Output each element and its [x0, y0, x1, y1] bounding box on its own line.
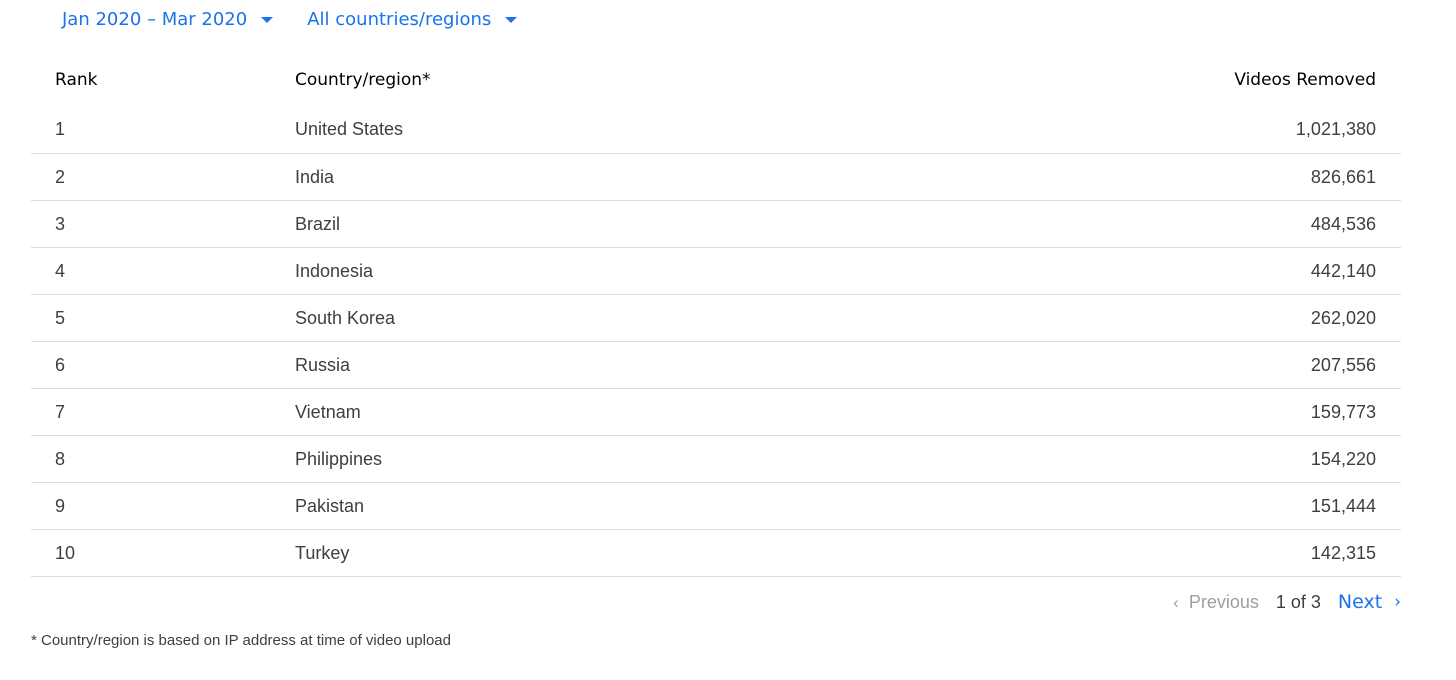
rank-cell: 2: [55, 166, 66, 187]
rank-cell: 1: [55, 118, 66, 139]
country-cell: South Korea: [295, 307, 396, 328]
videos-removed-cell: 159,773: [1310, 401, 1376, 422]
date-range-label: Jan 2020 – Mar 2020: [62, 8, 248, 30]
pagination: ‹ Previous 1 of 3 Next ›: [1173, 589, 1401, 615]
videos-removed-table: Rank Country/region* Videos Removed 1 Un…: [31, 55, 1401, 577]
videos-removed-cell: 1,021,380: [1295, 118, 1376, 139]
filter-bar: Jan 2020 – Mar 2020 All countries/region…: [62, 6, 518, 32]
next-button[interactable]: Next ›: [1338, 591, 1401, 613]
country-cell: Russia: [295, 354, 351, 375]
caret-down-icon: [505, 17, 518, 23]
caret-down-icon: [261, 17, 274, 23]
rank-cell: 9: [55, 495, 66, 516]
date-range-dropdown[interactable]: Jan 2020 – Mar 2020: [62, 8, 274, 30]
chevron-left-icon: ‹: [1173, 592, 1179, 612]
page-status: 1 of 3: [1275, 591, 1321, 612]
videos-removed-cell: 142,315: [1310, 542, 1376, 563]
videos-removed-cell: 442,140: [1310, 260, 1376, 281]
table-row: 5 South Korea 262,020: [31, 295, 1401, 342]
videos-removed-cell: 262,020: [1310, 307, 1376, 328]
table-row: 7 Vietnam 159,773: [31, 389, 1401, 436]
rank-cell: 7: [55, 401, 66, 422]
table-row: 6 Russia 207,556: [31, 342, 1401, 389]
table-row: 3 Brazil 484,536: [31, 201, 1401, 248]
country-cell: United States: [295, 118, 404, 139]
rank-cell: 4: [55, 260, 66, 281]
table-row: 10 Turkey 142,315: [31, 530, 1401, 577]
next-label: Next: [1337, 591, 1383, 613]
videos-removed-cell: 484,536: [1310, 213, 1376, 234]
country-cell: Vietnam: [295, 401, 361, 422]
country-cell: Indonesia: [295, 260, 374, 281]
rank-cell: 3: [55, 213, 66, 234]
videos-removed-cell: 154,220: [1310, 448, 1376, 469]
videos-removed-cell: 207,556: [1310, 354, 1376, 375]
header-videos-removed: Videos Removed: [1234, 70, 1376, 90]
header-country: Country/region*: [295, 70, 431, 90]
table-row: 9 Pakistan 151,444: [31, 483, 1401, 530]
rank-cell: 8: [55, 448, 66, 469]
previous-label: Previous: [1188, 591, 1259, 612]
country-cell: Brazil: [295, 213, 341, 234]
region-dropdown[interactable]: All countries/regions: [307, 8, 518, 30]
table-header-row: Rank Country/region* Videos Removed: [31, 55, 1401, 105]
table-row: 8 Philippines 154,220: [31, 436, 1401, 483]
videos-removed-cell: 826,661: [1310, 166, 1376, 187]
footnote: * Country/region is based on IP address …: [31, 632, 451, 649]
videos-removed-cell: 151,444: [1310, 495, 1376, 516]
country-cell: Turkey: [295, 542, 350, 563]
header-rank: Rank: [55, 70, 98, 90]
country-cell: Philippines: [295, 448, 383, 469]
table-row: 4 Indonesia 442,140: [31, 248, 1401, 295]
country-cell: India: [295, 166, 335, 187]
rank-cell: 6: [55, 354, 66, 375]
country-cell: Pakistan: [295, 495, 365, 516]
chevron-right-icon: ›: [1394, 591, 1401, 612]
table-row: 2 India 826,661: [31, 154, 1401, 201]
rank-cell: 10: [55, 542, 76, 563]
previous-button[interactable]: ‹ Previous: [1173, 592, 1259, 613]
table-row: 1 United States 1,021,380: [31, 105, 1401, 154]
rank-cell: 5: [55, 307, 66, 328]
region-label: All countries/regions: [307, 8, 492, 30]
